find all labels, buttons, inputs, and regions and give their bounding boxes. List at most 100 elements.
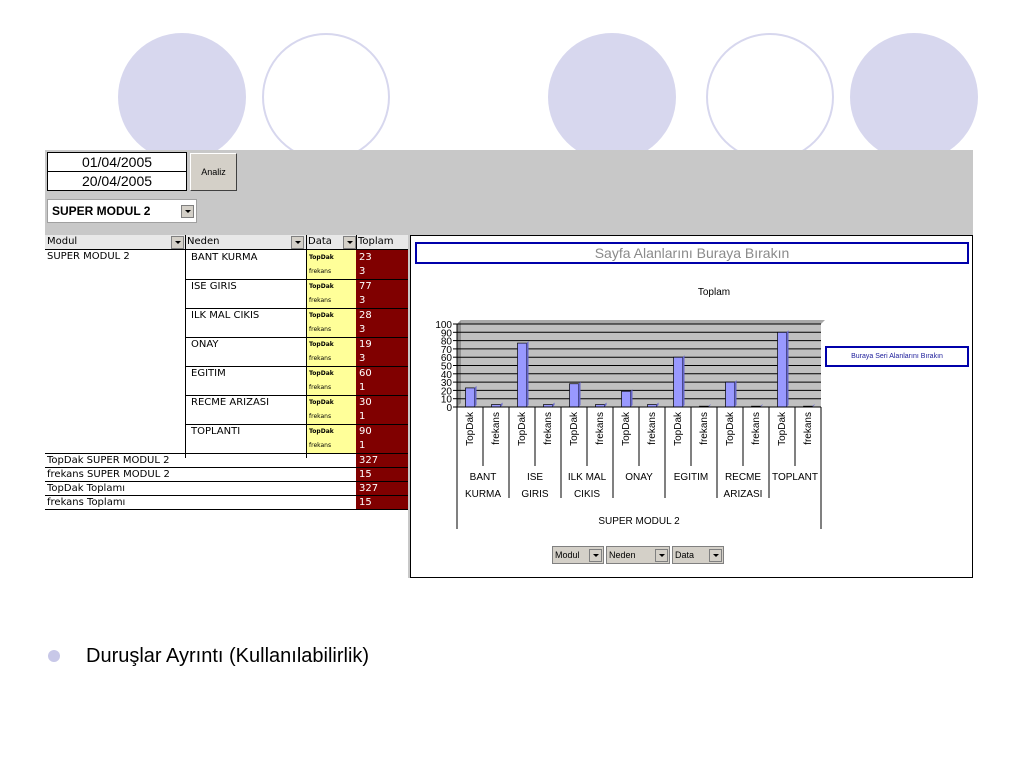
pivot-data-label-frekans: frekans xyxy=(307,323,356,337)
pivot-neden-cell: ILK MAL CIKIS xyxy=(191,310,260,321)
chart-field-neden-dropdown-icon[interactable] xyxy=(655,549,668,562)
pivot-header-toplam: Toplam xyxy=(358,236,394,247)
chart-field-modul-dropdown-icon[interactable] xyxy=(589,549,602,562)
pivot-value-frekans: 1 xyxy=(356,439,408,453)
pivot-value-topdak: 77 xyxy=(356,279,408,294)
chart-category-label: ILK MAL xyxy=(568,472,607,483)
series-fields-drop-zone[interactable]: Buraya Seri Alanlarını Bırakın xyxy=(825,346,969,367)
chart-field-modul-label: Modul xyxy=(555,550,580,560)
chart-bar-side xyxy=(630,389,633,407)
pivot-table: Modul Neden Data Toplam SUPER MODUL 2 BANT KU… xyxy=(45,235,408,578)
chart-group-label: SUPER MODUL 2 xyxy=(598,516,680,527)
chart-subcat-label: TopDak xyxy=(777,411,788,446)
pivot-total-label: TopDak SUPER MODUL 2 xyxy=(47,455,170,466)
chart-category-label: ONAY xyxy=(625,472,653,483)
chart-category-label: KURMA xyxy=(465,489,501,500)
pivot-data-label-topdak: TopDak xyxy=(307,424,356,439)
pivot-value-frekans: 1 xyxy=(356,381,408,395)
pivot-value-topdak: 90 xyxy=(356,424,408,439)
chart-subcat-label: frekans xyxy=(647,412,658,445)
pivot-data-label-topdak: TopDak xyxy=(307,308,356,323)
chart-field-data-button[interactable]: Data xyxy=(672,546,724,564)
chart-bar-topdak xyxy=(465,387,475,408)
pivot-value-frekans: 3 xyxy=(356,352,408,366)
chart-subcat-label: frekans xyxy=(491,412,502,445)
bullet-icon xyxy=(48,650,60,662)
chart-bar-side xyxy=(474,385,477,407)
chart-subcat-label: TopDak xyxy=(621,411,632,446)
page-fields-drop-zone[interactable]: Sayfa Alanlarını Buraya Bırakın xyxy=(415,242,969,264)
pivot-neden-cell: BANT KURMA xyxy=(191,252,258,263)
start-date-field[interactable]: 01/04/2005 xyxy=(47,152,187,172)
chart-bar-topdak xyxy=(673,356,683,408)
chart-category-label: GIRIS xyxy=(521,489,549,500)
excel-screenshot: 01/04/2005 20/04/2005 Analiz SUPER MODUL… xyxy=(45,150,973,578)
pivot-gridline xyxy=(45,509,408,510)
pivot-gridline xyxy=(186,424,408,425)
pivot-gridline xyxy=(186,279,408,280)
pivot-value-topdak: 30 xyxy=(356,395,408,410)
neden-filter-dropdown-icon[interactable] xyxy=(291,236,304,249)
chart-subcat-label: frekans xyxy=(803,412,814,445)
chart-bar-topdak xyxy=(621,390,631,408)
pivot-neden-cell: EGITIM xyxy=(191,368,226,379)
pivot-data-label-topdak: TopDak xyxy=(307,279,356,294)
decor-circle-filled-2 xyxy=(548,33,676,161)
pivot-data-label-frekans: frekans xyxy=(307,265,356,279)
pivot-data-label-topdak: TopDak xyxy=(307,337,356,352)
chart-field-neden-label: Neden xyxy=(609,550,636,560)
pivot-gridline xyxy=(356,235,357,249)
pivot-total-value: 15 xyxy=(356,496,408,510)
pivot-total-value: 15 xyxy=(356,468,408,482)
modul-filter-dropdown-icon[interactable] xyxy=(171,236,184,249)
data-filter-dropdown-icon[interactable] xyxy=(343,236,356,249)
end-date-field[interactable]: 20/04/2005 xyxy=(47,171,187,191)
module-select-value: SUPER MODUL 2 xyxy=(52,204,151,218)
chart-category-label: EGITIM xyxy=(674,472,708,483)
analiz-button[interactable]: Analiz xyxy=(190,153,237,191)
chart-field-data-dropdown-icon[interactable] xyxy=(709,549,722,562)
slide-bullet-text: Duruşlar Ayrıntı (Kullanılabilirlik) xyxy=(86,645,370,667)
pivot-header-modul: Modul xyxy=(47,236,78,247)
chart-bar-side xyxy=(786,330,789,407)
pivot-value-topdak: 23 xyxy=(356,250,408,265)
chart-subcat-label: TopDak xyxy=(673,411,684,446)
pivot-gridline xyxy=(186,366,408,367)
chart-wall-side xyxy=(457,320,461,407)
pivot-gridline xyxy=(186,395,408,396)
pivot-data-label-frekans: frekans xyxy=(307,439,356,453)
chart-subcat-label: TopDak xyxy=(725,411,736,446)
chart-category-label: TOPLANT xyxy=(772,472,818,483)
chart-field-neden-button[interactable]: Neden xyxy=(606,546,670,564)
pivot-modul-cell: SUPER MODUL 2 xyxy=(47,251,130,262)
pivot-gridline xyxy=(186,337,408,338)
chart-bar-side xyxy=(578,381,581,407)
chart-category-label: ISE xyxy=(527,472,543,483)
pivot-neden-cell: RECME ARIZASI xyxy=(191,397,270,408)
pivot-value-topdak: 19 xyxy=(356,337,408,352)
pivot-value-frekans: 3 xyxy=(356,265,408,279)
pivot-total-value: 327 xyxy=(356,482,408,496)
chart-wall-top xyxy=(457,320,825,324)
pivot-total-value: 327 xyxy=(356,454,408,468)
module-select[interactable]: SUPER MODUL 2 xyxy=(47,199,197,223)
pivot-header-neden: Neden xyxy=(187,236,220,247)
decor-circle-outline-2 xyxy=(706,33,834,161)
pivot-neden-cell: ISE GIRIS xyxy=(191,281,237,292)
pivot-value-topdak: 60 xyxy=(356,366,408,381)
chart-field-data-label: Data xyxy=(675,550,695,560)
chart-category-label: RECME xyxy=(725,472,761,483)
chart-subcat-label: TopDak xyxy=(569,411,580,446)
module-select-dropdown-icon[interactable] xyxy=(181,205,194,218)
chart-subcat-label: TopDak xyxy=(517,411,528,446)
chart-bar-topdak xyxy=(725,381,735,408)
pivot-gridline xyxy=(186,308,408,309)
pivot-gridline xyxy=(45,467,408,468)
chart-subcat-label: frekans xyxy=(699,412,710,445)
pivot-data-label-frekans: frekans xyxy=(307,352,356,366)
pivot-value-frekans: 3 xyxy=(356,294,408,308)
chart-subcat-label: TopDak xyxy=(465,411,476,446)
pivot-data-label-frekans: frekans xyxy=(307,410,356,424)
chart-subcat-label: frekans xyxy=(595,412,606,445)
chart-field-modul-button[interactable]: Modul xyxy=(552,546,604,564)
